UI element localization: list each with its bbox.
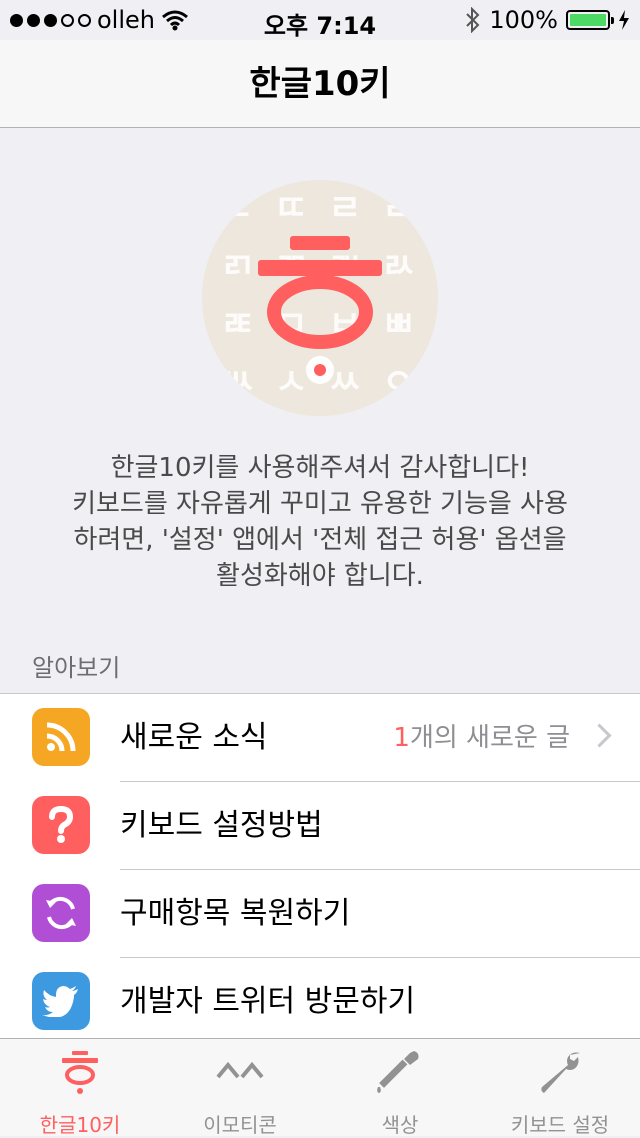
description-line: 하려면, '설정' 앱에서 '전체 접근 허용' 옵션을: [73, 525, 567, 555]
hieut-logo-icon: [258, 236, 382, 384]
list-item-twitter[interactable]: 개발자 트위터 방문하기: [0, 958, 640, 1046]
chevron-right-icon: [587, 723, 612, 748]
tab-label: 색상: [381, 1113, 419, 1137]
wrench-icon: [541, 1052, 580, 1093]
list-item-restore[interactable]: 구매항목 복원하기: [0, 870, 640, 958]
tab-hangul10key[interactable]: 한글10키: [0, 1039, 160, 1137]
app-logo: ㄷ ㄸ ㄹ ㄹ ㄺ ㄻ ㄼ ㄽ ㄾ ㅁ ㅂ ㅃ ㅄ ㅅ ㅆ ㅇ ㅈ: [202, 180, 438, 416]
emoticon-icon: [216, 1061, 264, 1079]
news-count-detail: 1개의 새로운 글: [393, 694, 570, 782]
bluetooth-icon: [466, 7, 480, 33]
status-right: 100%: [465, 6, 630, 34]
list-item-label: 구매항목 복원하기: [120, 896, 351, 931]
eyedropper-icon: [377, 1051, 419, 1093]
tab-label: 이모티콘: [203, 1113, 277, 1137]
tab-emoticon[interactable]: 이모티콘: [160, 1039, 320, 1137]
description-line: 키보드를 자유롭게 꾸미고 유용한 기능을 사용: [72, 489, 568, 519]
hieut-icon: [62, 1051, 98, 1094]
list-item-keyboard-setup[interactable]: 키보드 설정방법: [0, 782, 640, 870]
charging-icon: [619, 10, 629, 30]
restore-icon: [32, 884, 90, 942]
description-line: 활성화해야 합니다.: [216, 561, 424, 591]
tab-bar: 한글10키 이모티콘 색상 키보드 설정: [0, 1038, 640, 1137]
news-count: 1: [393, 723, 410, 753]
tab-label: 키보드 설정: [510, 1113, 610, 1137]
list-item-label: 키보드 설정방법: [120, 808, 323, 843]
list-item-news[interactable]: 새로운 소식 1개의 새로운 글: [0, 694, 640, 782]
list-item-label: 새로운 소식: [120, 720, 268, 755]
status-bar: olleh 오후 7:14 100%: [0, 0, 640, 40]
battery-percent: 100%: [489, 6, 558, 34]
battery-icon: [566, 10, 614, 30]
navigation-bar: 한글10키: [0, 40, 640, 128]
tab-keyboard-settings[interactable]: 키보드 설정: [480, 1039, 640, 1137]
twitter-icon: [32, 972, 90, 1030]
tab-color[interactable]: 색상: [320, 1039, 480, 1137]
list-item-label: 개발자 트위터 방문하기: [120, 984, 416, 1019]
menu-list: 새로운 소식 1개의 새로운 글 키보드 설정방법 구매항목 복원하기 개발자 …: [0, 693, 640, 1046]
news-count-text: 개의 새로운 글: [409, 723, 570, 753]
description-line: 한글10키를 사용해주셔서 감사합니다!: [110, 453, 530, 483]
rss-icon: [32, 708, 90, 766]
description-text: 한글10키를 사용해주셔서 감사합니다! 키보드를 자유롭게 꾸미고 유용한 기…: [40, 450, 600, 594]
question-icon: [32, 796, 90, 854]
page-title: 한글10키: [249, 64, 391, 104]
tab-label: 한글10키: [39, 1113, 121, 1137]
section-header: 알아보기: [32, 654, 121, 682]
